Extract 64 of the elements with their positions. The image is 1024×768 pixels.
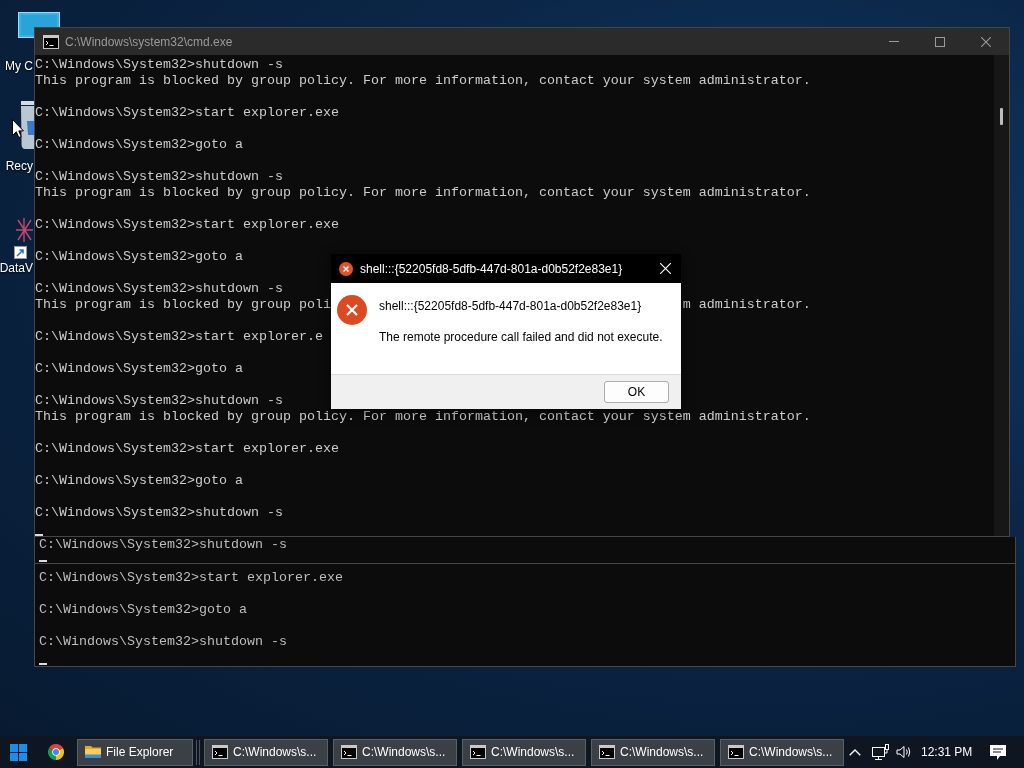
taskbar-button[interactable]: C:\Windows\s... <box>204 738 328 766</box>
console-line: C:\Windows\System32>shutdown -s <box>35 57 283 73</box>
console-line: C:\Windows\System32>start explorer.exe <box>35 217 339 233</box>
console-line: C:\Windows\System32>goto a <box>35 473 243 489</box>
console-line: C:\Windows\System32>goto a <box>35 249 243 265</box>
scrollbar-thumb[interactable] <box>1000 108 1003 125</box>
minimize-icon <box>889 41 899 42</box>
taskbar-clock[interactable]: 12:31 PM <box>921 745 973 759</box>
chevron-up-icon[interactable] <box>849 748 861 756</box>
taskbar-button[interactable]: C:\Windows\s... <box>462 738 586 766</box>
browser-icon[interactable] <box>48 744 64 760</box>
console-line: C:\Windows\System32>start explorer.exe <box>39 570 343 586</box>
desktop-icon-label[interactable]: Recy <box>5 159 34 173</box>
console-line: This program is blocked by group policy. For more information, contact your system administrator. <box>35 409 811 425</box>
console-line: C:\Windows\System32>shutdown -s <box>35 505 283 521</box>
taskbar-button[interactable]: C:\Windows\s... <box>333 738 457 766</box>
console-icon <box>470 745 486 759</box>
error-icon <box>337 295 367 325</box>
console-line: C:\Windows\System32>shutdown -s <box>39 537 287 553</box>
console-icon <box>599 745 615 759</box>
text-cursor-icon <box>35 534 43 536</box>
desktop-icon-label[interactable]: DataV <box>0 261 34 275</box>
mouse-pointer-icon <box>12 119 24 138</box>
console-icon <box>212 745 228 759</box>
network-icon[interactable] <box>872 743 890 761</box>
scrollbar[interactable] <box>994 55 1009 536</box>
app-shortcut-icon[interactable] <box>14 216 34 260</box>
taskbar-button[interactable]: C:\Windows\s... <box>720 738 844 766</box>
console-line: C:\Windows\System32>start explorer.exe <box>35 441 339 457</box>
console-icon <box>728 745 744 759</box>
error-icon <box>339 261 353 276</box>
notification-icon[interactable] <box>990 744 1007 760</box>
dialog-title: shell:::{52205fd8-5dfb-447d-801a-d0b52f2e83e1} <box>360 261 623 276</box>
console-line: C:\Windows\System32>goto a <box>39 602 247 618</box>
console-line: C:\Windows\System32>shutdown -s <box>35 393 283 409</box>
console-line: C:\Windows\System32>start explorer.e <box>35 329 323 345</box>
taskbar-button[interactable]: File Explorer <box>77 738 193 766</box>
taskbar-button[interactable]: C:\Windows\s... <box>591 738 715 766</box>
speaker-icon[interactable] <box>896 745 912 759</box>
text-cursor-icon <box>39 663 47 665</box>
error-message: The remote procedure call failed and did not execute. <box>379 330 663 344</box>
window-title: C:\Windows\system32\cmd.exe <box>65 34 233 49</box>
error-heading: shell:::{52205fd8-5dfb-447d-801a-d0b52f2e83e1} <box>379 299 642 313</box>
console-line: C:\Windows\System32>goto a <box>35 361 243 377</box>
recycle-bin-icon[interactable] <box>18 101 34 151</box>
console-line: C:\Windows\System32>start explorer.exe <box>35 105 339 121</box>
console-line: C:\Windows\System32>shutdown -s <box>35 281 283 297</box>
close-icon <box>981 36 991 47</box>
windows-logo-icon <box>9 743 27 761</box>
console-icon <box>341 745 357 759</box>
console-line: This program is blocked by group policy. For more information, contact your system administrator. <box>35 73 811 89</box>
folder-icon <box>85 745 101 759</box>
console-line: C:\Windows\System32>shutdown -s <box>39 634 287 650</box>
console-line: This program is blocked by group poli <box>35 297 331 313</box>
ok-button[interactable]: OK <box>604 381 669 403</box>
console-line: C:\Windows\System32>shutdown -s <box>35 169 283 185</box>
maximize-icon <box>935 36 945 47</box>
console-line: C:\Windows\System32>goto a <box>35 137 243 153</box>
console-line: This program is blocked by group policy. For more information, contact your system administrator. <box>35 185 811 201</box>
console-line: m administrator. <box>682 297 811 313</box>
console-icon <box>43 34 59 49</box>
close-icon <box>659 263 671 274</box>
text-cursor-icon <box>39 560 47 562</box>
desktop-icon-label[interactable]: My C <box>5 59 34 73</box>
